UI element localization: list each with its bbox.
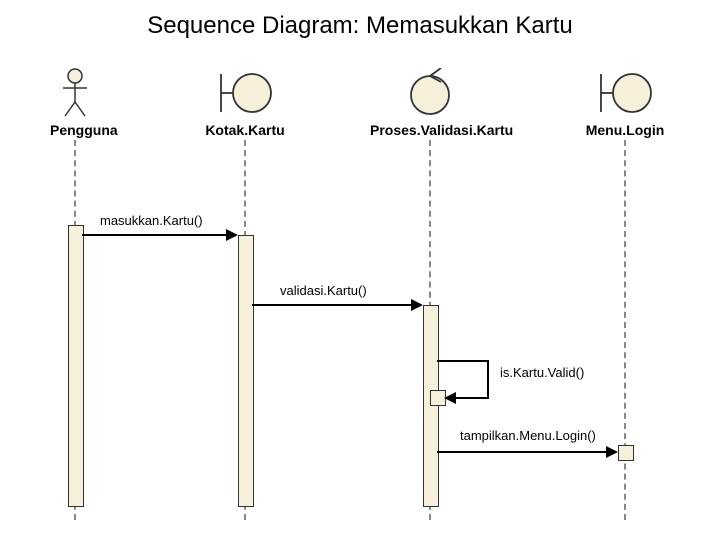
participant-label: Pengguna xyxy=(50,122,100,138)
activation-pengguna xyxy=(68,225,84,507)
participant-proses-validasi: Proses.Validasi.Kartu xyxy=(370,68,490,138)
message-validasi-kartu: validasi.Kartu() xyxy=(280,283,367,298)
actor-icon xyxy=(60,68,90,118)
self-call-line xyxy=(456,397,489,399)
participant-label: Kotak.Kartu xyxy=(205,122,285,138)
control-icon xyxy=(405,68,455,118)
activation-menu-login xyxy=(618,445,634,461)
participant-label: Proses.Validasi.Kartu xyxy=(370,122,490,138)
message-masukkan-kartu: masukkan.Kartu() xyxy=(100,213,203,228)
arrow-line xyxy=(82,234,228,236)
arrow-line xyxy=(437,451,608,453)
boundary-icon xyxy=(595,68,655,118)
activation-proses-validasi xyxy=(423,305,439,507)
arrow-head-icon xyxy=(226,229,238,241)
participant-label: Menu.Login xyxy=(585,122,665,138)
self-call-line xyxy=(487,360,489,397)
arrow-head-icon xyxy=(606,446,618,458)
activation-kotak-kartu xyxy=(238,235,254,507)
arrow-head-icon xyxy=(444,392,456,404)
participant-pengguna: Pengguna xyxy=(50,68,100,138)
lifeline-menu-login xyxy=(624,140,626,520)
diagram-title: Sequence Diagram: Memasukkan Kartu xyxy=(0,12,720,40)
arrow-line xyxy=(252,304,413,306)
message-is-kartu-valid: is.Kartu.Valid() xyxy=(500,365,584,380)
participant-menu-login: Menu.Login xyxy=(585,68,665,138)
arrow-head-icon xyxy=(411,299,423,311)
sequence-diagram: Sequence Diagram: Memasukkan Kartu Pengg… xyxy=(0,0,720,540)
participant-kotak-kartu: Kotak.Kartu xyxy=(205,68,285,138)
message-tampilkan-menu-login: tampilkan.Menu.Login() xyxy=(460,428,596,443)
self-call-line xyxy=(437,360,487,362)
boundary-icon xyxy=(215,68,275,118)
